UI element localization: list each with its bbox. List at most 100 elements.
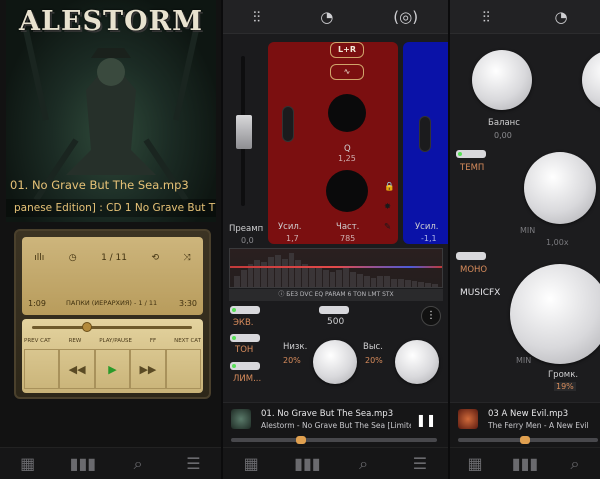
album-logo: ALESTORM <box>19 6 203 37</box>
now-playing-art[interactable] <box>231 409 251 429</box>
progress-handle-2[interactable] <box>520 436 530 444</box>
tone-toggle[interactable] <box>230 334 260 342</box>
channel-select[interactable]: L+R <box>330 42 364 58</box>
spectrum-bar <box>411 281 418 287</box>
limiter-toggle[interactable] <box>230 362 260 370</box>
tempo-knob[interactable] <box>524 152 596 224</box>
now-playing-progress[interactable] <box>231 436 437 444</box>
grid-icon[interactable]: ▦ <box>460 454 490 473</box>
bars-icon[interactable]: ▮▮▮ <box>68 454 98 473</box>
play-pause-button[interactable]: ▶ <box>94 349 131 389</box>
musicfx-button[interactable]: MUSICFX <box>460 288 500 298</box>
low-value: 20% <box>283 356 301 365</box>
label-ff: FF <box>149 338 157 344</box>
eq-toggle[interactable] <box>230 306 260 314</box>
spectrum-bar <box>384 276 391 287</box>
pause-icon[interactable]: ❚❚ <box>416 413 436 427</box>
now-playing-subtitle: Alestorm - No Grave But The Sea [Limite.… <box>261 421 411 430</box>
now-playing-art-2[interactable] <box>458 409 478 429</box>
preamp-value: 0,0 <box>241 236 254 245</box>
label-play-pause: PLAY/PAUSE <box>99 338 132 344</box>
dial-icon[interactable]: ◔ <box>320 8 333 26</box>
grid-icon[interactable]: ▦ <box>236 454 266 473</box>
waveform-icon[interactable]: ıllı <box>34 253 44 263</box>
spectrum-bar <box>288 252 295 287</box>
freq-label: Част. <box>336 222 360 232</box>
lock-icon[interactable]: 🔒 <box>384 182 395 192</box>
eq-response-graph[interactable] <box>229 248 443 288</box>
q-label: Q <box>344 144 351 154</box>
freq-value: 785 <box>340 234 356 243</box>
volume-min: MIN <box>516 356 532 365</box>
balance-knob[interactable] <box>472 50 532 110</box>
tempo-toggle[interactable] <box>456 150 486 158</box>
menu-dots-icon[interactable]: ⋮ <box>421 306 441 326</box>
shuffle-icon[interactable]: ⤨ <box>184 253 191 263</box>
equalizer-icon[interactable]: ⫶⫶ <box>253 8 261 26</box>
retro-display: ıllı ◷ 1 / 11 ⟲ ⤨ 1:09 ПАПКИ (ИЕРАРХИЯ) … <box>22 237 203 315</box>
gain-value: 1,7 <box>286 234 299 243</box>
repeat-icon[interactable]: ⟲ <box>152 253 160 263</box>
limiter-toggle-label: ЛИМ... <box>233 374 262 384</box>
edit-icon[interactable]: ✎ <box>384 222 391 232</box>
prev-cat-button[interactable] <box>24 349 60 389</box>
spectrum-bar <box>397 279 404 287</box>
search-icon[interactable]: ⌕ <box>349 454 379 474</box>
extra-knob[interactable] <box>582 50 600 110</box>
spectrum-bar <box>309 266 315 287</box>
next-cat-button[interactable] <box>165 349 202 389</box>
album-art[interactable]: ALESTORM 01. No Grave But The Sea.mp3 pa… <box>6 0 216 222</box>
surround-icon[interactable]: (◎) <box>393 8 418 26</box>
spectrum-bar <box>336 269 343 287</box>
bottom-tab-bar-2: ▦ ▮▮▮ ⌕ ☰ <box>223 447 448 479</box>
clock-icon[interactable]: ◷ <box>69 253 77 263</box>
spectrum-bar <box>391 278 397 287</box>
bass-knob[interactable] <box>313 340 357 384</box>
list-icon[interactable]: ☰ <box>178 454 208 473</box>
tone-slider-handle[interactable] <box>319 306 349 314</box>
tone-toggle-label: ТОН <box>235 345 254 355</box>
mono-toggle[interactable] <box>456 252 486 260</box>
freq-knob[interactable] <box>326 170 368 212</box>
q-knob[interactable] <box>328 94 366 132</box>
search-icon[interactable]: ⌕ <box>560 454 590 474</box>
dial-icon[interactable]: ◔ <box>555 8 568 26</box>
preamp-slider-handle[interactable] <box>236 115 252 149</box>
fast-forward-button[interactable]: ▶▶ <box>130 349 166 389</box>
band-gain-slider[interactable] <box>282 106 294 142</box>
progress-handle[interactable] <box>295 436 306 444</box>
seek-bar[interactable] <box>32 322 192 332</box>
spectrum-bar <box>322 269 329 287</box>
treble-knob[interactable] <box>395 340 439 384</box>
list-icon[interactable]: ☰ <box>405 454 435 473</box>
tempo-min: MIN <box>520 226 536 235</box>
retro-player-skin: ıllı ◷ 1 / 11 ⟲ ⤨ 1:09 ПАПКИ (ИЕРАРХИЯ) … <box>14 229 211 399</box>
grid-icon[interactable]: ▦ <box>13 454 43 473</box>
seek-handle[interactable] <box>81 322 92 332</box>
now-playing-bar[interactable]: 01. No Grave But The Sea.mp3 Alestorm - … <box>223 402 448 448</box>
now-playing-progress-2[interactable] <box>458 436 598 444</box>
equalizer-icon[interactable]: ⫶⫶ <box>482 8 490 26</box>
eq-band-blue[interactable]: Усил. -1,1 <box>403 42 448 244</box>
bars-icon[interactable]: ▮▮▮ <box>292 454 322 473</box>
spectrum-bar <box>254 260 261 287</box>
gear-icon[interactable]: ✸ <box>384 202 391 212</box>
spectrum-bar <box>356 273 363 287</box>
search-icon[interactable]: ⌕ <box>123 454 153 474</box>
spectrum-bar <box>404 280 411 287</box>
rewind-button[interactable]: ◀◀ <box>59 349 95 389</box>
volume-knob[interactable] <box>510 264 600 364</box>
high-value: 20% <box>365 356 383 365</box>
filter-shape-button[interactable]: ∿ <box>330 64 364 80</box>
spectrum-bar <box>329 271 336 287</box>
q-value: 1,25 <box>338 154 356 163</box>
now-playing-title-2: 03 A New Evil.mp3 <box>488 409 569 419</box>
folder-path[interactable]: ПАПКИ (ИЕРАРХИЯ) - 1 / 11 <box>66 299 157 307</box>
eq-band-red[interactable]: L+R ∿ Q 1,25 🔒 ✸ ✎ Усил. 1,7 Част. 785 <box>268 42 398 244</box>
bars-icon[interactable]: ▮▮▮ <box>510 454 540 473</box>
now-playing-subtitle-2: The Ferry Men - A New Evil <box>488 421 589 430</box>
mono-toggle-label: МОНО <box>460 265 488 275</box>
band-gain-slider-2[interactable] <box>419 116 431 152</box>
spectrum-bar <box>343 268 350 287</box>
now-playing-bar-2[interactable]: 03 A New Evil.mp3 The Ferry Men - A New … <box>450 402 600 448</box>
